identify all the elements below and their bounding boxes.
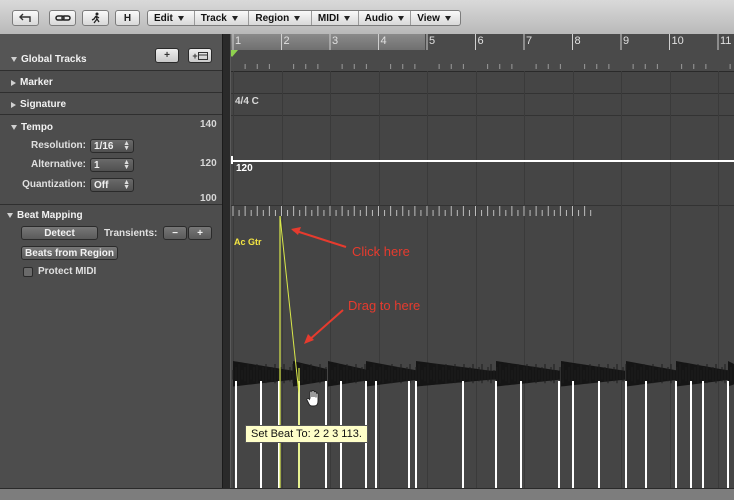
tempo-axis-mid: 120 — [200, 158, 217, 169]
menu-region[interactable]: Region — [249, 11, 312, 25]
menu-track-label: Track — [200, 12, 227, 24]
signature-track-header[interactable]: Signature — [0, 93, 222, 115]
global-tracks-title: Global Tracks — [21, 54, 87, 65]
tempo-axis-max: 140 — [200, 119, 217, 130]
menu-bar: Edit Track Region MIDI Audio View — [147, 10, 461, 26]
beat-mapping-track-header: Beat Mapping Detect Transients: − + Beat… — [0, 205, 222, 488]
ruler-ticks — [232, 34, 731, 69]
set-beat-tooltip: Set Beat To: 2 2 3 113. — [245, 425, 368, 443]
link-button[interactable] — [49, 10, 76, 26]
disclosure-right-icon — [11, 101, 16, 108]
beats-from-region-button[interactable]: Beats from Region — [21, 246, 118, 260]
hand-cursor-icon — [306, 390, 319, 407]
protect-midi-label: Protect MIDI — [38, 266, 97, 277]
global-tracks-header: Global Tracks + + — [0, 34, 222, 71]
quantization-label: Quantization: — [22, 179, 86, 190]
bottom-scrollbar[interactable] — [0, 488, 734, 500]
alternative-select[interactable]: 1 ▲ ▼ — [90, 158, 134, 172]
beat-mapping-toggle[interactable]: Beat Mapping — [7, 210, 83, 221]
chevron-down-icon — [177, 15, 184, 21]
stepper-icon: ▲ ▼ — [123, 179, 130, 191]
alternative-label: Alternative: — [30, 159, 86, 170]
hide-button[interactable]: H — [115, 10, 140, 26]
resolution-value: 1/16 — [94, 140, 114, 152]
signature-title: Signature — [20, 99, 67, 110]
quantization-value: Off — [94, 179, 109, 191]
quantization-select[interactable]: Off ▲ ▼ — [90, 178, 134, 192]
tempo-line[interactable] — [231, 160, 734, 162]
panel-divider[interactable] — [222, 34, 231, 499]
marker-title: Marker — [20, 77, 53, 88]
add-track-folder-button[interactable]: + — [188, 48, 212, 63]
menu-edit[interactable]: Edit — [148, 11, 195, 25]
tempo-axis-min: 100 — [200, 193, 217, 204]
menu-audio[interactable]: Audio — [359, 11, 412, 25]
chevron-down-icon — [231, 15, 238, 21]
marker-row-divider — [231, 93, 734, 94]
signature-toggle[interactable]: Signature — [11, 99, 66, 110]
tempo-title: Tempo — [21, 122, 54, 133]
toolbar: H Edit Track Region MIDI Audio View — [0, 0, 734, 35]
tempo-toggle[interactable]: Tempo — [11, 122, 53, 133]
catch-button[interactable] — [82, 10, 109, 26]
menu-track[interactable]: Track — [195, 11, 250, 25]
back-button[interactable] — [12, 10, 39, 26]
alternative-value: 1 — [94, 159, 100, 171]
tempo-track-header: Tempo 140 120 100 Resolution: 1/16 ▲ ▼ Al… — [0, 115, 222, 205]
tempo-value: 120 — [236, 163, 253, 174]
protect-midi-checkbox[interactable] — [23, 267, 33, 277]
menu-view[interactable]: View — [411, 11, 460, 25]
marker-track-header[interactable]: Marker — [0, 71, 222, 93]
track-folder-icon — [197, 51, 208, 60]
resolution-select[interactable]: 1/16 ▲ ▼ — [90, 139, 134, 153]
marker-toggle[interactable]: Marker — [11, 77, 53, 88]
menu-audio-label: Audio — [364, 12, 393, 24]
menu-midi[interactable]: MIDI — [312, 11, 359, 25]
arrange-area[interactable]: 1 2 3 4 5 6 7 8 9 10 11 4/4 C 120 Ac Gtr Click her… — [231, 34, 734, 488]
disclosure-down-icon — [7, 213, 13, 218]
click-here-annotation: Click here — [352, 244, 410, 259]
global-tracks-toggle[interactable]: Global Tracks — [11, 54, 87, 65]
audio-waveform[interactable] — [231, 188, 734, 488]
detect-button[interactable]: Detect — [21, 226, 98, 240]
disclosure-down-icon — [11, 57, 17, 62]
drag-to-here-annotation: Drag to here — [348, 298, 421, 313]
menu-edit-label: Edit — [154, 12, 173, 24]
menu-region-label: Region — [255, 12, 290, 24]
transients-label: Transients: — [104, 228, 158, 239]
chevron-down-icon — [344, 15, 351, 21]
disclosure-right-icon — [11, 79, 16, 86]
stepper-icon: ▲ ▼ — [123, 159, 130, 171]
stepper-icon: ▲ ▼ — [123, 140, 130, 152]
resolution-label: Resolution: — [31, 140, 86, 151]
menu-midi-label: MIDI — [317, 12, 340, 24]
signature-value: 4/4 C — [235, 96, 259, 107]
chevron-down-icon — [294, 15, 301, 21]
running-man-icon — [91, 12, 100, 24]
add-global-track-button[interactable]: + — [155, 48, 179, 63]
global-tracks-panel: Global Tracks + + Marker Signature Tempo… — [0, 34, 222, 488]
tempo-line-start — [231, 156, 233, 164]
chevron-down-icon — [397, 15, 404, 21]
beat-mapping-title: Beat Mapping — [17, 210, 83, 221]
chevron-down-icon — [444, 15, 451, 21]
link-icon — [54, 15, 71, 21]
menu-view-label: View — [417, 12, 440, 24]
transients-minus-button[interactable]: − — [163, 226, 187, 240]
signature-row-divider — [231, 115, 734, 116]
bar-ruler[interactable]: 1 2 3 4 5 6 7 8 9 10 11 — [231, 34, 734, 72]
transients-plus-button[interactable]: + — [188, 226, 212, 240]
disclosure-down-icon — [11, 125, 17, 130]
back-arrow-icon — [18, 13, 31, 22]
